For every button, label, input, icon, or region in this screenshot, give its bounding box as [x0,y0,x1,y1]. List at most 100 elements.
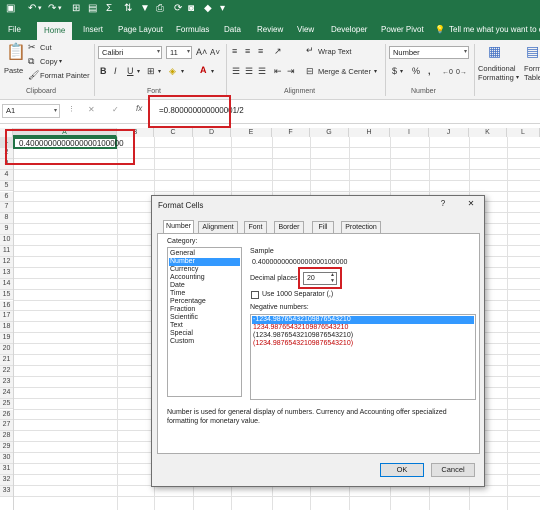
cancel-button[interactable]: Cancel [431,463,475,477]
row-header-4[interactable]: 4 [0,169,13,181]
tell-me-search[interactable]: Tell me what you want to do [449,24,540,36]
cell-style-icon[interactable]: ▤ [88,3,97,15]
comma-button[interactable]: , [428,66,431,77]
tab-insert[interactable]: Insert [83,24,103,36]
tab-view[interactable]: View [297,24,314,36]
align-bottom-icon[interactable]: ≡ [258,46,263,57]
column-header-j[interactable]: J [429,128,469,137]
row-header-23[interactable]: 23 [0,376,13,388]
row-header-31[interactable]: 31 [0,464,13,475]
negative-option-1[interactable]: -1234.98765432109876543210 [253,316,351,324]
column-header-f[interactable]: F [272,128,310,137]
row-header-7[interactable]: 7 [0,202,13,214]
row-header-6[interactable]: 6 [0,191,13,203]
grow-font-icon[interactable]: A˄ [196,47,207,58]
row-header-20[interactable]: 20 [0,344,13,355]
row-header-8[interactable]: 8 [0,213,13,225]
column-header-l[interactable]: L [507,128,540,137]
redo-dropdown-icon[interactable]: ▾ [58,3,62,15]
copy-icon[interactable]: ⧉ [28,56,34,67]
category-item-date[interactable]: Date [170,282,185,290]
row-header-27[interactable]: 27 [0,420,13,432]
tab-font[interactable]: Font [244,221,267,233]
fill-color-dropdown-icon[interactable]: ▾ [181,67,184,78]
tab-review[interactable]: Review [257,24,283,36]
column-header-i[interactable]: I [390,128,429,137]
negative-numbers-list[interactable]: -1234.98765432109876543210 1234.98765432… [250,314,476,400]
tab-developer[interactable]: Developer [331,24,367,36]
conditional-formatting-icon[interactable]: ▦ [488,43,501,59]
italic-button[interactable]: I [114,66,117,77]
close-button[interactable]: ✕ [459,198,483,210]
table-icon[interactable]: ⊞ [72,3,80,15]
align-middle-icon[interactable]: ≡ [245,46,250,57]
insert-function-button[interactable]: fx [136,104,142,113]
category-item-accounting[interactable]: Accounting [170,274,205,282]
tab-page-layout[interactable]: Page Layout [118,24,163,36]
refresh-icon[interactable]: ⟳ [174,3,182,15]
merge-center-button[interactable]: Merge & Center [318,67,371,77]
row-header-18[interactable]: 18 [0,322,13,334]
category-item-scientific[interactable]: Scientific [170,314,198,322]
row-header-10[interactable]: 10 [0,235,13,246]
customize-qat-icon[interactable]: ▾ [220,3,225,15]
row-header-29[interactable]: 29 [0,442,13,454]
row-header-11[interactable]: 11 [0,246,13,257]
underline-dropdown-icon[interactable]: ▾ [137,67,140,78]
font-color-dropdown-icon[interactable]: ▾ [211,67,214,78]
tab-protection[interactable]: Protection [341,221,381,233]
conditional-formatting-dropdown-icon[interactable]: ▾ [516,73,519,83]
category-item-special[interactable]: Special [170,330,193,338]
enter-icon[interactable]: ✓ [112,105,119,114]
row-header-22[interactable]: 22 [0,365,13,377]
negative-option-3[interactable]: (1234.98765432109876543210) [253,332,353,340]
shrink-font-icon[interactable]: A˅ [210,47,220,58]
row-header-30[interactable]: 30 [0,453,13,464]
format-painter-icon[interactable]: 🖌 [28,70,39,81]
row-header-5[interactable]: 5 [0,180,13,192]
row-header-21[interactable]: 21 [0,355,13,366]
fill-color-icon[interactable]: ◈ [169,66,176,77]
format-painter-button[interactable]: Format Painter [40,71,90,81]
column-header-g[interactable]: G [310,128,349,137]
category-item-text[interactable]: Text [170,322,183,330]
row-header-9[interactable]: 9 [0,224,13,236]
category-item-fraction[interactable]: Fraction [170,306,195,314]
row-header-17[interactable]: 17 [0,311,13,323]
borders-icon[interactable]: ⊞ [147,66,155,77]
category-item-general[interactable]: General [170,250,195,258]
paste-button[interactable]: Paste [4,66,23,76]
separator-checkbox[interactable] [251,291,259,299]
shape-icon[interactable]: ◆ [204,3,212,15]
tab-alignment[interactable]: Alignment [198,221,238,233]
tab-power-pivot[interactable]: Power Pivot [381,24,424,36]
font-size-box[interactable]: 11 ▾ [166,46,192,59]
tab-border[interactable]: Border [274,221,304,233]
copy-dropdown-icon[interactable]: ▾ [59,57,62,67]
cut-button[interactable]: Cut [40,43,52,53]
align-left-icon[interactable]: ☰ [232,66,240,77]
row-header-19[interactable]: 19 [0,333,13,345]
column-header-e[interactable]: E [231,128,272,137]
column-header-d[interactable]: D [193,128,231,137]
wrap-text-icon[interactable]: ↵ [306,45,314,56]
tab-formulas[interactable]: Formulas [176,24,209,36]
row-header-12[interactable]: 12 [0,256,13,268]
row-header-32[interactable]: 32 [0,474,13,486]
paste-icon[interactable]: 📋 [6,44,26,62]
ok-button[interactable]: OK [380,463,424,477]
align-top-icon[interactable]: ≡ [232,46,237,57]
column-header-k[interactable]: K [469,128,507,137]
merge-icon[interactable]: ⊟ [306,66,314,77]
font-name-box[interactable]: Calibri ▾ [98,46,162,59]
bold-button[interactable]: B [100,66,107,77]
category-item-time[interactable]: Time [170,290,185,298]
increase-indent-icon[interactable]: ⇥ [287,66,295,77]
row-header-15[interactable]: 15 [0,289,13,301]
orientation-icon[interactable]: ↗ [274,46,282,57]
category-item-custom[interactable]: Custom [170,338,194,346]
wrap-text-button[interactable]: Wrap Text [318,47,352,57]
save-icon[interactable]: ▣ [6,3,15,15]
column-header-h[interactable]: H [349,128,390,137]
row-header-13[interactable]: 13 [0,267,13,279]
